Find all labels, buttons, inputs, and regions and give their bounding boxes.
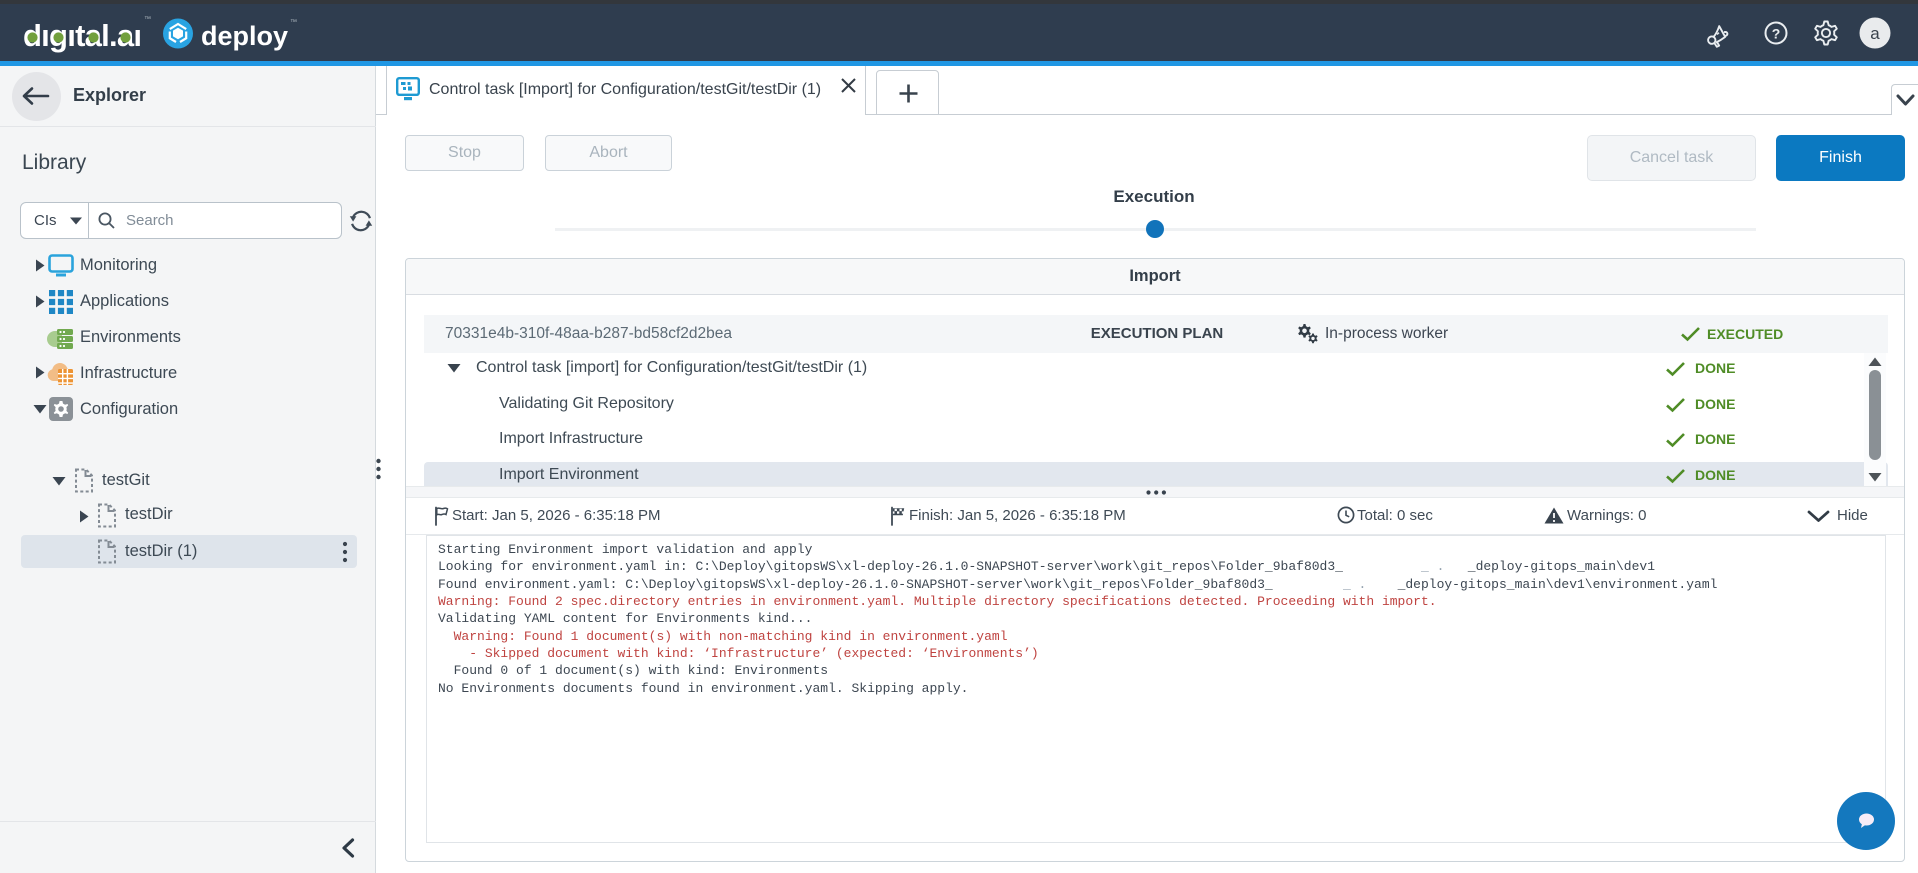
svg-text:™: ™ xyxy=(144,16,151,23)
svg-text:?: ? xyxy=(1772,26,1781,42)
svg-text:deploy: deploy xyxy=(201,21,288,51)
svg-text:a: a xyxy=(1870,24,1880,43)
svg-text:™: ™ xyxy=(290,19,297,26)
